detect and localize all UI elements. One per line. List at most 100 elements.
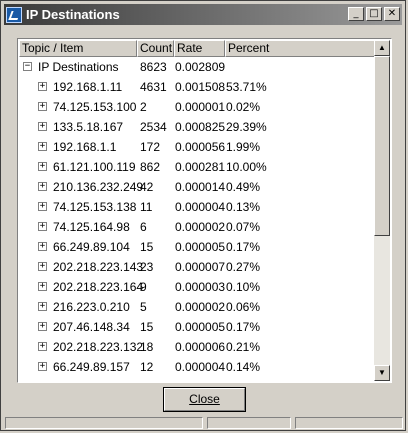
tree-row[interactable]: +74.125.164.98 6 0.000002 0.07% [19, 217, 376, 237]
expand-icon[interactable]: + [38, 82, 47, 91]
maximize-button[interactable]: □ [366, 7, 382, 21]
expand-icon[interactable]: + [38, 222, 47, 231]
row-topic: 202.218.223.132 [53, 340, 144, 354]
row-topic: 74.125.164.98 [53, 220, 130, 234]
tree-row[interactable]: +192.168.1.11 4631 0.001508 53.71% [19, 77, 376, 97]
expand-icon[interactable]: + [38, 342, 47, 351]
row-percent: 10.00% [226, 160, 267, 174]
row-percent: 0.27% [226, 260, 261, 274]
close-button[interactable]: Close [163, 387, 246, 412]
row-percent: 0.17% [226, 320, 261, 334]
vertical-scrollbar[interactable]: ▲ ▼ [374, 40, 390, 381]
expand-icon[interactable]: + [38, 102, 47, 111]
row-rate: 0.000002 [175, 300, 226, 314]
status-segment [295, 417, 403, 429]
close-window-button[interactable]: ✕ [384, 7, 400, 21]
row-count: 15 [140, 240, 154, 254]
tree-row[interactable]: +192.168.1.1 172 0.000056 1.99% [19, 137, 376, 157]
expand-icon[interactable]: + [38, 142, 47, 151]
row-rate: 0.000002 [175, 220, 226, 234]
tree-row[interactable]: +216.223.0.210 5 0.000002 0.06% [19, 297, 376, 317]
row-count: 11 [140, 200, 153, 214]
expand-icon[interactable]: + [38, 282, 47, 291]
tree-row[interactable]: +202.218.223.132 18 0.000006 0.21% [19, 337, 376, 357]
row-count: 5 [140, 300, 147, 314]
title-bar[interactable]: IP Destinations _ □ ✕ [4, 4, 402, 25]
row-rate: 0.000005 [175, 320, 226, 334]
row-count: 6 [140, 220, 147, 234]
row-count: 15 [140, 320, 154, 334]
column-header-count[interactable]: Count [137, 40, 174, 57]
row-rate: 0.000007 [175, 260, 226, 274]
row-count: 4631 [140, 80, 167, 94]
row-rate: 0.000825 [175, 120, 226, 134]
tree-row[interactable]: +61.121.100.119 862 0.000281 10.00% [19, 157, 376, 177]
tree-root-row[interactable]: − IP Destinations 8623 0.002809 [19, 57, 376, 77]
tree-row[interactable]: +74.125.153.138 11 0.000004 0.13% [19, 197, 376, 217]
close-button-label: Close [189, 392, 220, 406]
expand-icon[interactable]: + [38, 262, 47, 271]
expand-icon[interactable]: + [38, 122, 47, 131]
expand-icon[interactable]: + [38, 322, 47, 331]
row-rate: 0.000056 [175, 140, 226, 154]
row-topic: 74.125.153.100 [53, 100, 137, 114]
title-buttons: _ □ ✕ [348, 7, 400, 21]
row-percent: 29.39% [226, 120, 267, 134]
expand-icon[interactable]: + [38, 362, 47, 371]
expand-icon[interactable]: + [38, 162, 47, 171]
status-bar [5, 417, 403, 429]
row-percent: 0.07% [226, 220, 261, 234]
root-topic: IP Destinations [38, 60, 119, 74]
scroll-down-icon[interactable]: ▼ [374, 365, 390, 381]
expand-icon[interactable]: + [38, 302, 47, 311]
row-count: 18 [140, 340, 154, 354]
row-topic: 133.5.18.167 [53, 120, 124, 134]
row-count: 172 [140, 140, 161, 154]
row-rate: 0.000001 [175, 100, 226, 114]
column-header-topic[interactable]: Topic / Item [19, 40, 137, 57]
status-segment [207, 417, 291, 429]
row-percent: 0.49% [226, 180, 261, 194]
expand-icon[interactable]: + [38, 202, 47, 211]
row-count: 12 [140, 360, 154, 374]
tree-row[interactable]: +74.125.153.100 2 0.000001 0.02% [19, 97, 376, 117]
row-topic: 192.168.1.1 [53, 140, 117, 154]
row-topic: 66.249.89.165 [53, 380, 130, 382]
row-rate: 0.000006 [175, 340, 226, 354]
expand-icon[interactable]: + [38, 182, 47, 191]
row-count: 2534 [140, 120, 167, 134]
row-topic: 202.218.223.164 [53, 280, 144, 294]
root-count: 8623 [140, 60, 167, 74]
column-header-percent[interactable]: Percent [225, 40, 376, 57]
ip-destinations-window: IP Destinations _ □ ✕ Topic / Item Count… [0, 0, 406, 431]
tree-row[interactable]: +66.249.89.165270.0000090.31% [19, 377, 376, 382]
tree-row[interactable]: +66.249.89.104 15 0.000005 0.17% [19, 237, 376, 257]
column-header-rate[interactable]: Rate [174, 40, 225, 57]
row-topic: 216.223.0.210 [53, 300, 130, 314]
scroll-thumb[interactable] [374, 56, 390, 236]
tree-row[interactable]: +66.249.89.157 12 0.000004 0.14% [19, 357, 376, 377]
row-topic: 210.136.232.249 [53, 180, 144, 194]
row-rate: 0.000014 [175, 180, 226, 194]
row-topic: 202.218.223.143 [53, 260, 144, 274]
app-icon[interactable] [6, 6, 22, 23]
row-percent: 1.99% [226, 140, 261, 154]
row-count: 862 [140, 160, 161, 174]
scroll-up-icon[interactable]: ▲ [374, 40, 390, 56]
tree-row[interactable]: +202.218.223.143 23 0.000007 0.27% [19, 257, 376, 277]
tree-row[interactable]: +210.136.232.249 42 0.000014 0.49% [19, 177, 376, 197]
row-percent: 0.10% [226, 280, 261, 294]
row-rate: 0.000005 [175, 240, 226, 254]
tree-row[interactable]: +133.5.18.167 2534 0.000825 29.39% [19, 117, 376, 137]
tree-row[interactable]: +202.218.223.164 9 0.000003 0.10% [19, 277, 376, 297]
row-count: 27 [140, 380, 153, 382]
collapse-icon[interactable]: − [23, 62, 32, 71]
expand-icon[interactable]: + [38, 242, 47, 251]
row-topic: 61.121.100.119 [53, 160, 136, 174]
row-percent: 0.06% [226, 300, 261, 314]
minimize-button[interactable]: _ [348, 7, 364, 21]
row-count: 2 [140, 100, 147, 114]
statistics-tree-list[interactable]: Topic / Item Count Rate Percent − IP Des… [17, 38, 392, 383]
tree-row[interactable]: +207.46.148.34 15 0.000005 0.17% [19, 317, 376, 337]
window-title: IP Destinations [26, 7, 120, 22]
